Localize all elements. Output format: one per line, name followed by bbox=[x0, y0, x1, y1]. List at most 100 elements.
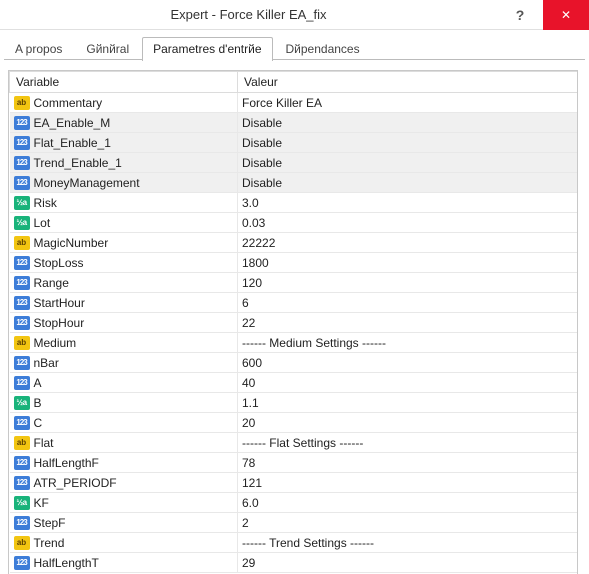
table-row[interactable]: abMagicNumber 22222 bbox=[10, 233, 578, 253]
param-name-cell[interactable]: 123nBar bbox=[10, 353, 238, 373]
param-name-cell[interactable]: 123StopHour bbox=[10, 313, 238, 333]
table-row[interactable]: abTrend------ Trend Settings ------ bbox=[10, 533, 578, 553]
param-value-cell[interactable]: ------ Flat Settings ------ bbox=[238, 433, 578, 453]
param-name-cell[interactable]: abFlat bbox=[10, 433, 238, 453]
help-button[interactable]: ? bbox=[497, 0, 543, 30]
param-name-cell[interactable]: 123Trend_Enable_1 bbox=[10, 153, 238, 173]
param-value-cell[interactable]: 20 bbox=[238, 413, 578, 433]
param-name-cell[interactable]: abMagicNumber bbox=[10, 233, 238, 253]
table-row[interactable]: 123Trend_Enable_1 Disable bbox=[10, 153, 578, 173]
param-name-cell[interactable]: 123ATR_PERIODF bbox=[10, 473, 238, 493]
table-row[interactable]: 123StartHour6 bbox=[10, 293, 578, 313]
param-value-cell[interactable]: Disable bbox=[238, 113, 578, 133]
table-row[interactable]: 123HalfLengthF78 bbox=[10, 453, 578, 473]
type-123-icon: 123 bbox=[14, 456, 30, 470]
param-value-cell[interactable]: 29 bbox=[238, 553, 578, 573]
param-value-cell[interactable]: 6.0 bbox=[238, 493, 578, 513]
param-name-cell[interactable]: 123StepF bbox=[10, 513, 238, 533]
table-row[interactable]: ½a Lot 0.03 bbox=[10, 213, 578, 233]
param-value-cell[interactable]: Force Killer EA bbox=[238, 93, 578, 113]
table-row[interactable]: abCommentaryForce Killer EA bbox=[10, 93, 578, 113]
param-name-cell[interactable]: abCommentary bbox=[10, 93, 238, 113]
param-value: 600 bbox=[242, 356, 262, 370]
param-name-cell[interactable]: 123StartHour bbox=[10, 293, 238, 313]
param-value-cell[interactable]: Disable bbox=[238, 133, 578, 153]
table-row[interactable]: ½aB1.1 bbox=[10, 393, 578, 413]
param-value-cell[interactable]: 78 bbox=[238, 453, 578, 473]
col-header-value[interactable]: Valeur bbox=[238, 72, 578, 93]
table-row[interactable]: ½aKF6.0 bbox=[10, 493, 578, 513]
tab-apropos[interactable]: A propos bbox=[4, 37, 73, 61]
type-ab-icon: ab bbox=[14, 336, 30, 350]
param-name-cell[interactable]: 123HalfLengthT bbox=[10, 553, 238, 573]
param-value-cell[interactable]: Disable bbox=[238, 173, 578, 193]
param-value-cell[interactable]: 600 bbox=[238, 353, 578, 373]
param-value-cell[interactable]: 1800 bbox=[238, 253, 578, 273]
param-value-cell[interactable]: 22222 bbox=[238, 233, 578, 253]
window-title: Expert - Force Killer EA_fix bbox=[0, 7, 497, 22]
param-name-cell[interactable]: abMedium bbox=[10, 333, 238, 353]
param-name-cell[interactable]: 123MoneyManagement bbox=[10, 173, 238, 193]
params-table: Variable Valeur abCommentaryForce Killer… bbox=[9, 71, 578, 573]
table-row[interactable]: 123StepF2 bbox=[10, 513, 578, 533]
table-row[interactable]: 123HalfLengthT29 bbox=[10, 553, 578, 573]
param-name-cell[interactable]: ½a Lot bbox=[10, 213, 238, 233]
tab-bar: A propos Gйnйral Parametres d'entrйe Dйp… bbox=[0, 30, 589, 60]
param-value: 1800 bbox=[242, 256, 269, 270]
param-name-cell[interactable]: abTrend bbox=[10, 533, 238, 553]
type-123-icon: 123 bbox=[14, 116, 30, 130]
param-name-cell[interactable]: 123Range bbox=[10, 273, 238, 293]
param-name: Trend bbox=[34, 536, 65, 550]
param-value-cell[interactable]: ------ Trend Settings ------ bbox=[238, 533, 578, 553]
table-row[interactable]: 123StopHour22 bbox=[10, 313, 578, 333]
table-row[interactable]: 123Flat_Enable_1Disable bbox=[10, 133, 578, 153]
param-value-cell[interactable]: 0.03 bbox=[238, 213, 578, 233]
type-va-icon: ½a bbox=[14, 216, 30, 230]
param-value-cell[interactable]: 6 bbox=[238, 293, 578, 313]
table-row[interactable]: 123A 40 bbox=[10, 373, 578, 393]
table-row[interactable]: abFlat------ Flat Settings ------ bbox=[10, 433, 578, 453]
param-value-cell[interactable]: 121 bbox=[238, 473, 578, 493]
param-name-cell[interactable]: 123EA_Enable_M bbox=[10, 113, 238, 133]
param-value-cell[interactable]: 2 bbox=[238, 513, 578, 533]
table-row[interactable]: 123EA_Enable_MDisable bbox=[10, 113, 578, 133]
param-value-cell[interactable]: ------ Medium Settings ------ bbox=[238, 333, 578, 353]
tab-parametres[interactable]: Parametres d'entrйe bbox=[142, 37, 272, 61]
param-value-cell[interactable]: Disable bbox=[238, 153, 578, 173]
table-row[interactable]: 123MoneyManagementDisable bbox=[10, 173, 578, 193]
param-name-cell[interactable]: 123StopLoss bbox=[10, 253, 238, 273]
param-name-cell[interactable]: ½aRisk bbox=[10, 193, 238, 213]
tab-dependances[interactable]: Dйpendances bbox=[275, 37, 371, 61]
param-value-cell[interactable]: 22 bbox=[238, 313, 578, 333]
param-value: 40 bbox=[242, 376, 255, 390]
tab-general[interactable]: Gйnйral bbox=[75, 37, 140, 61]
col-header-variable[interactable]: Variable bbox=[10, 72, 238, 93]
param-name-cell[interactable]: 123C bbox=[10, 413, 238, 433]
params-table-scroll[interactable]: Variable Valeur abCommentaryForce Killer… bbox=[8, 70, 578, 574]
table-row[interactable]: 123C20 bbox=[10, 413, 578, 433]
param-value: Disable bbox=[242, 156, 282, 170]
param-name: StartHour bbox=[34, 296, 85, 310]
param-name-cell[interactable]: 123HalfLengthF bbox=[10, 453, 238, 473]
param-name: MoneyManagement bbox=[34, 176, 140, 190]
param-value-cell[interactable]: 3.0 bbox=[238, 193, 578, 213]
param-value: 0.03 bbox=[242, 216, 265, 230]
param-name-cell[interactable]: ½aKF bbox=[10, 493, 238, 513]
table-row[interactable]: 123ATR_PERIODF121 bbox=[10, 473, 578, 493]
param-value-cell[interactable]: 1.1 bbox=[238, 393, 578, 413]
param-name-cell[interactable]: ½aB bbox=[10, 393, 238, 413]
param-name-cell[interactable]: 123Flat_Enable_1 bbox=[10, 133, 238, 153]
param-value-cell[interactable]: 120 bbox=[238, 273, 578, 293]
table-row[interactable]: ½aRisk3.0 bbox=[10, 193, 578, 213]
param-value: 22222 bbox=[242, 236, 275, 250]
table-row[interactable]: 123nBar 600 bbox=[10, 353, 578, 373]
type-123-icon: 123 bbox=[14, 256, 30, 270]
param-name-cell[interactable]: 123A bbox=[10, 373, 238, 393]
param-name: Range bbox=[34, 276, 69, 290]
table-row[interactable]: 123Range120 bbox=[10, 273, 578, 293]
param-name: Lot bbox=[34, 216, 51, 230]
table-row[interactable]: 123StopLoss 1800 bbox=[10, 253, 578, 273]
param-value-cell[interactable]: 40 bbox=[238, 373, 578, 393]
close-button[interactable]: ✕ bbox=[543, 0, 589, 30]
table-row[interactable]: abMedium------ Medium Settings ------ bbox=[10, 333, 578, 353]
